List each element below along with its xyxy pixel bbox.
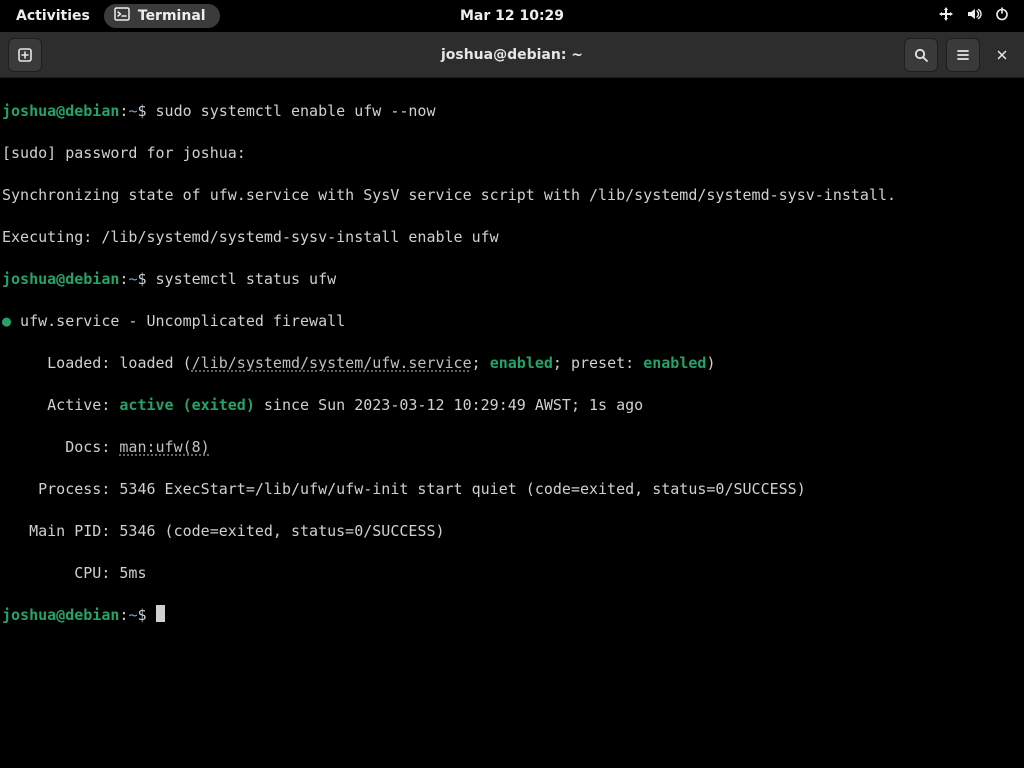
- prompt-sigil: $: [137, 102, 146, 120]
- loaded-prefix: Loaded: loaded (: [2, 354, 192, 372]
- window-title: joshua@debian: ~: [441, 47, 583, 63]
- network-icon[interactable]: [938, 6, 954, 26]
- terminal-line: Loaded: loaded (/lib/systemd/system/ufw.…: [2, 353, 1022, 374]
- terminal-viewport[interactable]: joshua@debian:~$ sudo systemctl enable u…: [0, 78, 1024, 768]
- terminal-line: joshua@debian:~$ systemctl status ufw: [2, 269, 1022, 290]
- prompt-sigil: $: [137, 270, 146, 288]
- command-text: sudo systemctl enable ufw --now: [156, 102, 436, 120]
- search-button[interactable]: [904, 38, 938, 72]
- power-icon[interactable]: [994, 6, 1010, 26]
- status-dot-icon: ●: [2, 312, 11, 330]
- active-state: active (exited): [119, 396, 254, 414]
- terminal-line: Executing: /lib/systemd/systemd-sysv-ins…: [2, 227, 1022, 248]
- terminal-line: ● ufw.service - Uncomplicated firewall: [2, 311, 1022, 332]
- active-prefix: Active:: [2, 396, 119, 414]
- preset-state: enabled: [643, 354, 706, 372]
- hamburger-menu-button[interactable]: [946, 38, 980, 72]
- terminal-line: Process: 5346 ExecStart=/lib/ufw/ufw-ini…: [2, 479, 1022, 500]
- text: ; preset:: [553, 354, 643, 372]
- terminal-line: Docs: man:ufw(8): [2, 437, 1022, 458]
- system-tray[interactable]: [938, 6, 1016, 26]
- panel-left: Activities Terminal: [8, 4, 220, 28]
- activities-button[interactable]: Activities: [8, 6, 98, 26]
- prompt-userhost: joshua@debian: [2, 270, 119, 288]
- terminal-line: CPU: 5ms: [2, 563, 1022, 584]
- docs-prefix: Docs:: [2, 438, 119, 456]
- unit-file-path: /lib/systemd/system/ufw.service: [192, 354, 472, 372]
- active-app-indicator[interactable]: Terminal: [104, 4, 220, 28]
- window-headerbar: joshua@debian: ~: [0, 32, 1024, 78]
- terminal-line: [sudo] password for joshua:: [2, 143, 1022, 164]
- terminal-line: Active: active (exited) since Sun 2023-0…: [2, 395, 1022, 416]
- active-since: since Sun 2023-03-12 10:29:49 AWST; 1s a…: [255, 396, 643, 414]
- terminal-line: Main PID: 5346 (code=exited, status=0/SU…: [2, 521, 1022, 542]
- prompt-userhost: joshua@debian: [2, 102, 119, 120]
- docs-link: man:ufw(8): [119, 438, 209, 456]
- new-tab-button[interactable]: [8, 38, 42, 72]
- enabled-state: enabled: [490, 354, 553, 372]
- active-app-name: Terminal: [138, 8, 206, 24]
- prompt-sigil: $: [137, 606, 146, 624]
- text: ;: [472, 354, 490, 372]
- panel-clock[interactable]: Mar 12 10:29: [460, 8, 564, 24]
- terminal-line: joshua@debian:~$ sudo systemctl enable u…: [2, 101, 1022, 122]
- terminal-icon: [114, 6, 130, 26]
- prompt-userhost: joshua@debian: [2, 606, 119, 624]
- cursor: [156, 605, 165, 622]
- gnome-top-panel: Activities Terminal Mar 12 10:29: [0, 0, 1024, 32]
- terminal-line: joshua@debian:~$: [2, 605, 1022, 626]
- text: ): [706, 354, 715, 372]
- volume-icon[interactable]: [966, 6, 982, 26]
- command-text: systemctl status ufw: [156, 270, 337, 288]
- close-button[interactable]: [988, 41, 1016, 69]
- terminal-line: Synchronizing state of ufw.service with …: [2, 185, 1022, 206]
- service-title: ufw.service - Uncomplicated firewall: [11, 312, 345, 330]
